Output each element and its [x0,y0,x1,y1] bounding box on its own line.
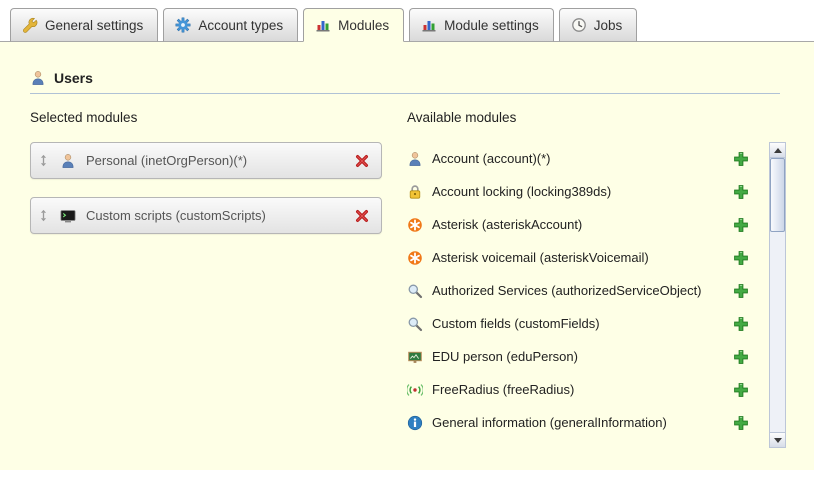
tab-bar: General settings Account types Modules M… [0,0,814,42]
available-module-label: General information (generalInformation) [432,415,667,430]
selected-module-row[interactable]: Custom scripts (customScripts) [30,197,382,234]
lock-icon [407,184,423,200]
arrow-up-icon [774,148,782,153]
add-icon[interactable] [733,316,749,332]
tab-general-settings[interactable]: General settings [10,8,158,42]
selected-module-label: Personal (inetOrgPerson)(*) [86,153,247,168]
add-icon[interactable] [733,415,749,431]
tab-account-types[interactable]: Account types [163,8,298,42]
scroll-down-button[interactable] [770,432,785,447]
available-module-row: Custom fields (customFields) [407,307,761,340]
delete-icon[interactable] [354,153,370,169]
available-module-row: FreeRadius (freeRadius) [407,373,761,406]
selected-module-label: Custom scripts (customScripts) [86,208,266,223]
wrench-icon [22,17,38,33]
available-module-label: Authorized Services (authorizedServiceOb… [432,283,702,298]
available-module-label: Account (account)(*) [432,151,551,166]
asterisk-icon [407,250,423,266]
add-icon[interactable] [733,184,749,200]
available-modules-wrap: Account (account)(*) Account locking (lo… [407,142,786,448]
available-module-row: Account locking (locking389ds) [407,175,761,208]
arrow-down-icon [774,438,782,443]
users-icon [30,70,46,86]
available-module-label: Custom fields (customFields) [432,316,600,331]
gear-icon [175,17,191,33]
tab-label: Module settings [444,18,539,33]
section-title: Users [54,70,93,86]
available-modules-list: Account (account)(*) Account locking (lo… [407,142,761,439]
tab-label: Jobs [594,18,623,33]
scrollbar-track[interactable] [770,158,785,432]
delete-icon[interactable] [354,208,370,224]
magnifier-icon [407,283,423,299]
person-icon [60,153,76,169]
available-module-label: Asterisk voicemail (asteriskVoicemail) [432,250,649,265]
tab-label: General settings [45,18,143,33]
clock-icon [571,17,587,33]
available-module-label: FreeRadius (freeRadius) [432,382,574,397]
antenna-icon [407,382,423,398]
tab-label: Modules [338,18,389,33]
magnifier-icon [407,316,423,332]
chart-icon [315,17,331,33]
drag-handle-icon[interactable] [37,154,50,167]
available-module-label: Account locking (locking389ds) [432,184,611,199]
available-module-row: EDU person (eduPerson) [407,340,761,373]
modules-panel: Users Selected modules Personal (inetOrg… [0,42,814,470]
add-icon[interactable] [733,349,749,365]
selected-module-row[interactable]: Personal (inetOrgPerson)(*) [30,142,382,179]
available-module-label: Asterisk (asteriskAccount) [432,217,582,232]
terminal-icon [60,208,76,224]
scrollbar[interactable] [769,142,786,448]
add-icon[interactable] [733,217,749,233]
section-header: Users [0,42,814,93]
tab-module-settings[interactable]: Module settings [409,8,554,42]
available-module-label: EDU person (eduPerson) [432,349,578,364]
tab-jobs[interactable]: Jobs [559,8,638,42]
available-module-row: Asterisk (asteriskAccount) [407,208,761,241]
drag-handle-icon[interactable] [37,209,50,222]
available-module-row: Account (account)(*) [407,142,761,175]
add-icon[interactable] [733,283,749,299]
add-icon[interactable] [733,382,749,398]
asterisk-icon [407,217,423,233]
add-icon[interactable] [733,151,749,167]
available-module-row: Asterisk voicemail (asteriskVoicemail) [407,241,761,274]
available-modules-column: Available modules Account (account)(*) A… [407,110,814,448]
add-icon[interactable] [733,250,749,266]
tab-label: Account types [198,18,283,33]
module-columns: Selected modules Personal (inetOrgPerson… [0,94,814,448]
person-icon [407,151,423,167]
available-modules-heading: Available modules [407,110,786,125]
scroll-up-button[interactable] [770,143,785,158]
selected-modules-column: Selected modules Personal (inetOrgPerson… [30,110,382,448]
info-icon [407,415,423,431]
chart-icon [421,17,437,33]
module-config-page: General settings Account types Modules M… [0,0,814,478]
tab-modules[interactable]: Modules [303,8,404,42]
available-module-row: General information (generalInformation) [407,406,761,439]
scrollbar-thumb[interactable] [770,158,785,232]
available-module-row: Authorized Services (authorizedServiceOb… [407,274,761,307]
selected-modules-heading: Selected modules [30,110,382,125]
education-icon [407,349,423,365]
